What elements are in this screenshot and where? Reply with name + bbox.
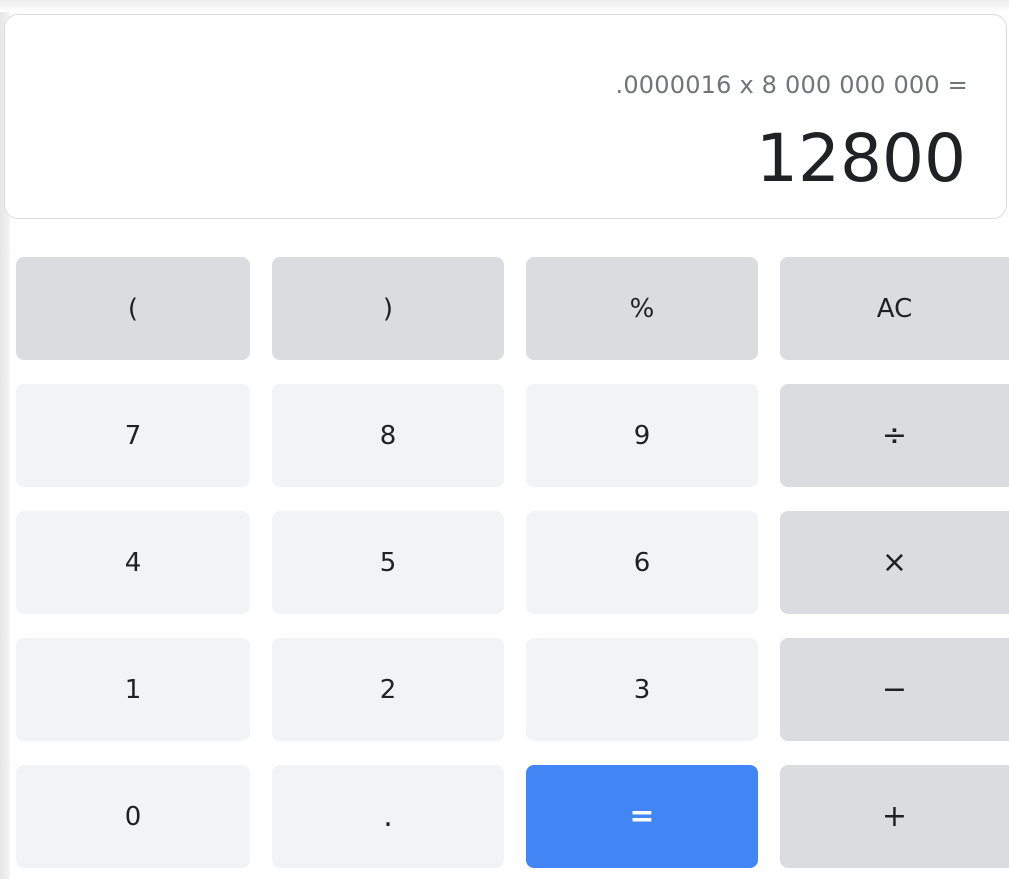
digit-4-button[interactable]: 4	[16, 511, 250, 614]
digit-8-button[interactable]: 8	[272, 384, 504, 487]
equals-button[interactable]: =	[526, 765, 758, 868]
digit-1-button[interactable]: 1	[16, 638, 250, 741]
digit-3-button[interactable]: 3	[526, 638, 758, 741]
open-paren-button[interactable]: (	[16, 257, 250, 360]
close-paren-button[interactable]: )	[272, 257, 504, 360]
keypad: ( ) % AC 7 8 9 ÷ 4 5 6 × 1 2 3 − 0 . = +	[0, 0, 1009, 879]
subtract-button[interactable]: −	[780, 638, 1009, 741]
multiply-button[interactable]: ×	[780, 511, 1009, 614]
calculator-widget: .0000016 x 8 000 000 000 = 12800 ( ) % A…	[0, 0, 1009, 879]
clear-button[interactable]: AC	[780, 257, 1009, 360]
digit-2-button[interactable]: 2	[272, 638, 504, 741]
digit-7-button[interactable]: 7	[16, 384, 250, 487]
add-button[interactable]: +	[780, 765, 1009, 868]
percent-button[interactable]: %	[526, 257, 758, 360]
digit-0-button[interactable]: 0	[16, 765, 250, 868]
digit-9-button[interactable]: 9	[526, 384, 758, 487]
divide-button[interactable]: ÷	[780, 384, 1009, 487]
digit-6-button[interactable]: 6	[526, 511, 758, 614]
decimal-button[interactable]: .	[272, 765, 504, 868]
digit-5-button[interactable]: 5	[272, 511, 504, 614]
